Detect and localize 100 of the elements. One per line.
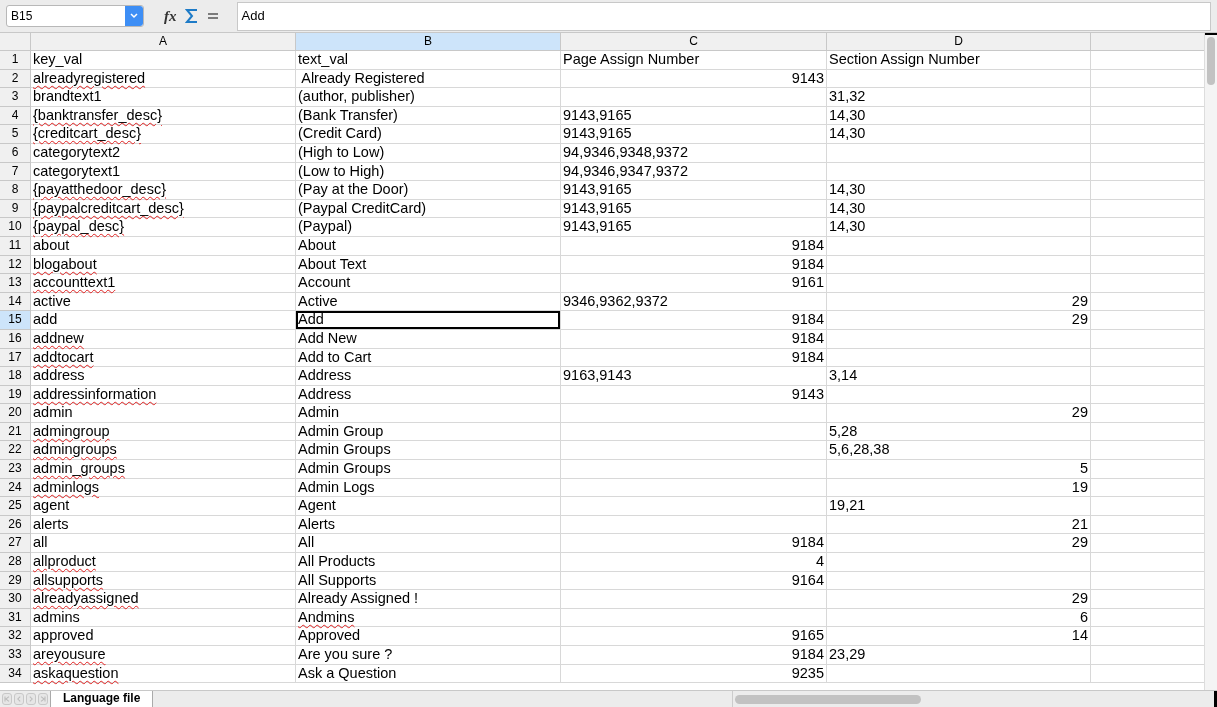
table-cell: {paypalcreditcart_desc} bbox=[31, 199, 296, 219]
table-cell: 9164 bbox=[561, 571, 827, 591]
sheet-tab[interactable]: Language file bbox=[50, 691, 154, 707]
table-cell: {banktransfer_desc} bbox=[31, 106, 296, 126]
table-cell: adminlogs bbox=[31, 478, 296, 498]
table-cell: 29 bbox=[827, 590, 1091, 609]
sum-icon[interactable] bbox=[184, 8, 199, 24]
table-cell: {payatthedoor_desc} bbox=[31, 181, 296, 200]
scrollbar-thumb[interactable] bbox=[735, 694, 921, 704]
chevron-left-icon bbox=[15, 695, 23, 703]
table-cell: 21 bbox=[827, 515, 1091, 535]
row-header[interactable]: 13 bbox=[0, 274, 31, 293]
row-header[interactable]: 10 bbox=[0, 218, 31, 237]
table-cell: 9165 bbox=[561, 627, 827, 646]
table-cell: 9346,9362,9372 bbox=[561, 292, 827, 312]
sheet-nav-button[interactable] bbox=[26, 693, 36, 705]
chevron-right-icon bbox=[27, 695, 35, 703]
table-cell: Alerts bbox=[296, 515, 561, 535]
table-cell: 31,32 bbox=[827, 88, 1091, 107]
row-header[interactable]: 33 bbox=[0, 646, 31, 665]
table-cell: 9184 bbox=[561, 255, 827, 275]
table-cell: 5 bbox=[827, 460, 1091, 479]
row-header[interactable]: 28 bbox=[0, 553, 31, 572]
table-cell: 14,30 bbox=[827, 106, 1091, 126]
table-cell: (Credit Card) bbox=[296, 125, 561, 144]
table-cell: blogabout bbox=[31, 255, 296, 275]
table-cell: {paypal_desc} bbox=[31, 218, 296, 237]
row-header[interactable]: 3 bbox=[0, 88, 31, 107]
table-cell: Add bbox=[296, 311, 561, 330]
table-cell: Add New bbox=[296, 329, 561, 349]
row-header[interactable]: 25 bbox=[0, 497, 31, 516]
table-cell: 9235 bbox=[561, 664, 827, 684]
table-cell: addnew bbox=[31, 329, 296, 349]
table-cell: approved bbox=[31, 627, 296, 646]
table-cell: Address bbox=[296, 385, 561, 405]
name-box[interactable]: B15 bbox=[6, 5, 144, 27]
table-cell: admin_groups bbox=[31, 460, 296, 479]
row-header[interactable]: 8 bbox=[0, 181, 31, 200]
table-cell: alreadyregistered bbox=[31, 69, 296, 89]
table-cell: categorytext1 bbox=[31, 162, 296, 182]
row-header[interactable]: 20 bbox=[0, 404, 31, 423]
table-cell: All Supports bbox=[296, 571, 561, 591]
table-cell: Agent bbox=[296, 497, 561, 516]
table-cell: allsupports bbox=[31, 571, 296, 591]
column-header[interactable]: B bbox=[296, 33, 561, 50]
row-header[interactable]: 1 bbox=[0, 51, 31, 70]
table-cell: All bbox=[296, 534, 561, 554]
table-cell: 5,28 bbox=[827, 422, 1091, 442]
sheet-nav-button[interactable] bbox=[14, 693, 24, 705]
table-cell: agent bbox=[31, 497, 296, 516]
scrollbar-thumb[interactable] bbox=[1207, 37, 1215, 85]
sheet-nav-button[interactable] bbox=[2, 693, 12, 705]
table-cell: admins bbox=[31, 608, 296, 628]
table-cell: 19,21 bbox=[827, 497, 1091, 516]
table-cell: 5,6,28,38 bbox=[827, 441, 1091, 461]
row-header[interactable]: 15 bbox=[0, 311, 31, 330]
row-header[interactable]: 22 bbox=[0, 441, 31, 461]
skip-start-icon bbox=[3, 695, 11, 703]
table-cell: Ask a Question bbox=[296, 664, 561, 684]
table-cell: admingroups bbox=[31, 441, 296, 461]
row-header[interactable]: 5 bbox=[0, 125, 31, 144]
table-cell: 29 bbox=[827, 534, 1091, 554]
table-cell: add bbox=[31, 311, 296, 330]
table-cell: admin bbox=[31, 404, 296, 423]
table-cell: 3,14 bbox=[827, 367, 1091, 386]
skip-end-icon bbox=[39, 695, 47, 703]
table-cell: (High to Low) bbox=[296, 143, 561, 163]
table-cell: 14,30 bbox=[827, 181, 1091, 200]
row-header[interactable]: 32 bbox=[0, 627, 31, 646]
table-cell: Account bbox=[296, 274, 561, 293]
table-cell: 9184 bbox=[561, 646, 827, 665]
table-cell: {creditcart_desc} bbox=[31, 125, 296, 144]
table-cell: all bbox=[31, 534, 296, 554]
table-cell: 9143 bbox=[561, 69, 827, 89]
cell-reference: B15 bbox=[10, 8, 34, 25]
row-header[interactable]: 30 bbox=[0, 590, 31, 609]
table-cell: (Paypal CreditCard) bbox=[296, 199, 561, 219]
table-cell: Already Assigned ! bbox=[296, 590, 561, 609]
table-cell: 9161 bbox=[561, 274, 827, 293]
table-cell: key_val bbox=[31, 51, 296, 70]
table-cell: 9143 bbox=[561, 385, 827, 405]
row-header[interactable]: 27 bbox=[0, 534, 31, 554]
table-cell: about bbox=[31, 236, 296, 256]
table-cell: Active bbox=[296, 292, 561, 312]
sheet-nav-button[interactable] bbox=[38, 693, 48, 705]
table-cell: allproduct bbox=[31, 553, 296, 572]
table-cell: 9184 bbox=[561, 236, 827, 256]
function-wizard-button[interactable]: fx bbox=[164, 4, 177, 28]
table-cell: 9184 bbox=[561, 311, 827, 330]
table-cell: 94,9346,9347,9372 bbox=[561, 162, 827, 182]
formula-input[interactable]: Add bbox=[236, 1, 1211, 31]
row-header[interactable]: 18 bbox=[0, 367, 31, 386]
table-cell: Approved bbox=[296, 627, 561, 646]
equals-icon[interactable] bbox=[206, 12, 219, 20]
row-header[interactable]: 23 bbox=[0, 460, 31, 479]
vertical-scrollbar[interactable] bbox=[1204, 33, 1217, 690]
table-cell: (Bank Transfer) bbox=[296, 106, 561, 126]
dropdown-button[interactable] bbox=[125, 6, 143, 26]
table-cell: 19 bbox=[827, 478, 1091, 498]
table-cell: 4 bbox=[561, 553, 827, 572]
